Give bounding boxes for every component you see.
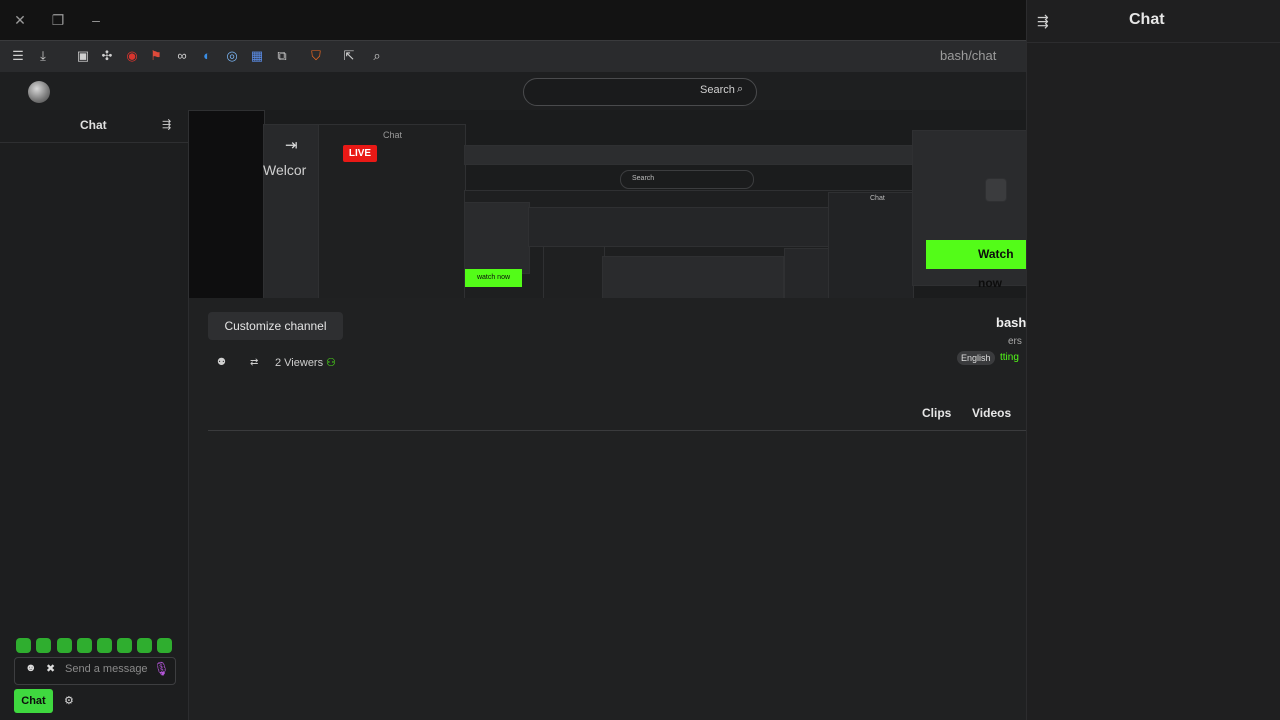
nested-right-chat — [828, 192, 914, 298]
ublock-icon[interactable]: ◉ — [122, 46, 142, 66]
message-placeholder: Send a message — [65, 663, 148, 675]
nested-toolbar — [464, 145, 914, 165]
viewer-count: 2 Viewers — [275, 357, 324, 369]
brave-shield-icon[interactable]: ⛉ — [306, 46, 326, 66]
category-link[interactable]: tting — [1000, 352, 1019, 363]
tab-videos[interactable]: Videos — [972, 406, 1011, 420]
search-icon: ⌕ — [737, 83, 744, 95]
microphone-icon[interactable]: 🎙 — [153, 661, 170, 677]
right-chat-title: Chat — [1129, 11, 1165, 28]
address-bar[interactable]: bash/chat — [940, 48, 1020, 66]
emoji-icon[interactable]: ☻ — [25, 662, 37, 674]
video-player[interactable] — [188, 110, 1026, 298]
viewers-icon: ⚇ — [326, 357, 336, 369]
minimize-window-icon[interactable]: – — [84, 8, 108, 32]
channel-name: bash — [996, 315, 1027, 330]
emote-icon[interactable] — [97, 638, 112, 653]
nested-inner-card — [784, 248, 830, 298]
tab-clips[interactable]: Clips — [922, 406, 951, 420]
reader-icon[interactable]: ▣ — [73, 46, 93, 66]
menu-icon[interactable]: ☰ — [8, 46, 28, 66]
emote-icon[interactable] — [77, 638, 92, 653]
zoom-icon[interactable]: ⌕ — [367, 46, 387, 66]
emote-icon[interactable] — [117, 638, 132, 653]
left-chat-panel — [0, 110, 189, 720]
translate-extension-icon[interactable]: ▦ — [247, 46, 267, 66]
share-page-icon[interactable]: ⇱ — [339, 46, 359, 66]
nested-offline-icon — [985, 178, 1007, 202]
nested-watch-now-button: watch now — [465, 269, 522, 287]
emote-icon[interactable] — [137, 638, 152, 653]
video-letterbox — [188, 110, 265, 298]
search-placeholder: Search — [700, 84, 735, 96]
emote-icon[interactable] — [57, 638, 72, 653]
collapse-chat-icon[interactable]: ⇶ — [162, 118, 171, 131]
close-window-icon[interactable]: ✕ — [8, 8, 32, 32]
nested-inner-page — [528, 207, 830, 247]
live-badge: LIVE — [343, 145, 377, 162]
nested-expand-icon: ⇥ — [285, 137, 298, 154]
emote-icon[interactable] — [36, 638, 51, 653]
language-tag[interactable]: English — [957, 351, 995, 365]
extensions-icon[interactable]: ✣ — [97, 46, 117, 66]
right-chat-panel — [1026, 0, 1280, 720]
download-icon[interactable]: ⤓ — [33, 46, 53, 66]
site-header — [0, 72, 1026, 110]
nested-chat-label: Chat — [383, 130, 403, 140]
nested-search-label: Search — [632, 175, 655, 182]
gear-icon[interactable]: ⚙ — [64, 694, 74, 707]
emote-icon[interactable] — [16, 638, 31, 653]
channel-subtitle: ers — [1008, 336, 1022, 347]
glasses-extension-icon[interactable]: ∞ — [172, 46, 192, 66]
bits-icon[interactable]: ✖ — [46, 662, 55, 675]
chat-send-button[interactable]: Chat — [14, 689, 53, 713]
nested-chat-panel — [318, 124, 466, 298]
customize-channel-button[interactable]: Customize channel — [208, 312, 343, 340]
watch-now-button[interactable]: Watch now — [926, 240, 1026, 290]
emote-icon[interactable] — [157, 638, 172, 653]
collapse-right-chat-icon[interactable]: ⇶ — [1037, 13, 1049, 30]
follow-icon[interactable]: ⚉ — [217, 357, 226, 368]
nested-card — [464, 202, 530, 274]
nested-inner-stream — [602, 256, 784, 298]
nested-welcome-text: Welcor — [263, 162, 307, 178]
flag-extension-icon[interactable]: ⚑ — [146, 46, 166, 66]
nested-inner-chat — [543, 246, 605, 298]
avatar[interactable] — [28, 81, 50, 103]
window-extension-icon[interactable]: ⧉ — [272, 46, 292, 66]
edge-extension-icon[interactable]: ◐ — [197, 46, 217, 66]
nested-chat2-label: Chat — [870, 195, 885, 202]
circle-extension-icon[interactable]: ◎ — [222, 46, 242, 66]
share-icon[interactable]: ⇄ — [250, 357, 258, 368]
tab-divider — [208, 430, 1026, 431]
restore-window-icon[interactable]: ❐ — [46, 8, 70, 32]
left-chat-title: Chat — [80, 118, 107, 132]
